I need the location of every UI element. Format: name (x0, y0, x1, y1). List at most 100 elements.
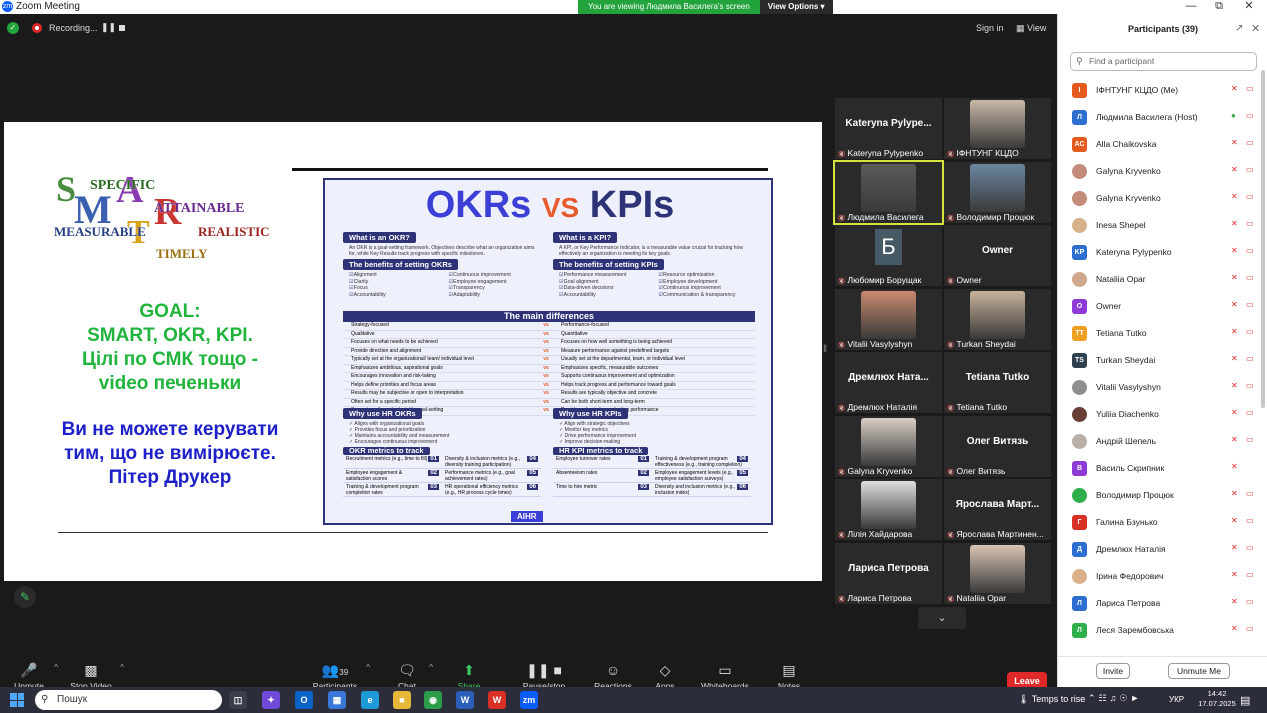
participant-row[interactable]: Л Людмила Василега (Host) ● ▭ (1058, 104, 1262, 131)
security-shield-icon[interactable]: ✓ (7, 22, 19, 34)
restore-icon[interactable]: ⧉ (1208, 0, 1230, 14)
file-explorer-icon[interactable]: ■ (393, 691, 411, 709)
muted-mic-icon[interactable]: ✕ (1231, 597, 1238, 606)
video-tile[interactable]: Ярослава Март... Ярослава Мартинен... (944, 479, 1051, 540)
muted-mic-icon[interactable]: ✕ (1231, 300, 1238, 309)
chrome-icon[interactable]: ◉ (424, 691, 442, 709)
windows-start-icon[interactable] (10, 693, 24, 707)
video-off-icon[interactable]: ▭ (1246, 543, 1254, 552)
video-off-icon[interactable]: ▭ (1246, 219, 1254, 228)
popout-icon[interactable]: ↗ (1235, 23, 1243, 34)
muted-mic-icon[interactable]: ✕ (1231, 381, 1238, 390)
video-tile[interactable]: Дремлюх Ната... Дремлюх Наталія (835, 352, 942, 413)
video-off-icon[interactable]: ▭ (1246, 192, 1254, 201)
video-off-icon[interactable]: ▭ (1246, 624, 1254, 633)
participant-row[interactable]: Inesa Shepel ✕ ▭ (1058, 212, 1262, 239)
video-off-icon[interactable]: ▭ (1246, 300, 1254, 309)
video-off-icon[interactable]: ▭ (1246, 408, 1254, 417)
video-tile[interactable]: Vitalii Vasylyshyn (835, 288, 942, 350)
store-icon[interactable]: ▦ (328, 691, 346, 709)
participant-row[interactable]: AC Alla Chaikovska ✕ ▭ (1058, 131, 1262, 158)
muted-mic-icon[interactable]: ✕ (1231, 219, 1238, 228)
participant-row[interactable]: Андрій Шепель ✕ ▭ (1058, 428, 1262, 455)
close-window-icon[interactable]: ✕ (1238, 0, 1260, 14)
video-tile[interactable]: ІФНТУНГ КЦДО (944, 98, 1051, 159)
muted-mic-icon[interactable]: ✕ (1231, 570, 1238, 579)
pause-recording-icon[interactable]: ❚❚ (101, 22, 116, 33)
muted-mic-icon[interactable]: ✕ (1231, 408, 1238, 417)
video-tile[interactable]: Людмила Василега (833, 159, 944, 225)
notification-icon[interactable]: ▤ (1240, 694, 1250, 707)
system-tray-icons[interactable]: ⌃☷♫☉► (1088, 693, 1142, 704)
video-off-icon[interactable]: ▭ (1246, 489, 1254, 498)
video-tile[interactable]: Nataliia Opar (944, 542, 1051, 604)
panel-divider-handle[interactable]: ‖ (823, 344, 827, 358)
gallery-scroll-down-icon[interactable]: ⌄ (918, 607, 966, 629)
participant-row[interactable]: KP Kateryna Pylypenko ✕ ▭ (1058, 239, 1262, 266)
muted-mic-icon[interactable]: ✕ (1231, 165, 1238, 174)
muted-mic-icon[interactable]: ✕ (1231, 354, 1238, 363)
participant-row[interactable]: Ірина Федорович ✕ ▭ (1058, 563, 1262, 590)
video-off-icon[interactable]: ▭ (1246, 273, 1254, 282)
participant-row[interactable]: I ІФНТУНГ КЦДО (Me) ✕ ▭ (1058, 77, 1262, 104)
video-tile[interactable]: Б Любомир Борущак (835, 225, 942, 286)
copilot-icon[interactable]: ✦ (262, 691, 280, 709)
annotate-pencil-icon[interactable]: ✎ (14, 586, 36, 608)
word-icon[interactable]: W (456, 691, 474, 709)
participant-row[interactable]: Galyna Kryvenko ✕ ▭ (1058, 185, 1262, 212)
participant-row[interactable]: Г Галина Бзунько ✕ ▭ (1058, 509, 1262, 536)
video-off-icon[interactable]: ▭ (1246, 246, 1254, 255)
unmute-me-button[interactable]: Unmute Me (1168, 663, 1230, 679)
muted-mic-icon[interactable]: ✕ (1231, 543, 1238, 552)
muted-mic-icon[interactable]: ✕ (1231, 489, 1238, 498)
clock[interactable]: 14:42 17.07.2025 (1198, 689, 1236, 709)
invite-button[interactable]: Invite (1096, 663, 1130, 679)
stop-recording-icon[interactable] (119, 25, 125, 31)
task-view-icon[interactable]: ◫ (229, 691, 247, 709)
zoom-taskbar-icon[interactable]: zm (520, 691, 538, 709)
muted-mic-icon[interactable]: ✕ (1231, 246, 1238, 255)
view-options-button[interactable]: View Options ▾ (759, 0, 833, 14)
muted-mic-icon[interactable]: ✕ (1231, 516, 1238, 525)
participant-row[interactable]: Nataliia Opar ✕ ▭ (1058, 266, 1262, 293)
participant-row[interactable]: TS Turkan Sheydai ✕ ▭ (1058, 347, 1262, 374)
video-off-icon[interactable]: ▭ (1246, 165, 1254, 174)
video-off-icon[interactable]: ▭ (1246, 381, 1254, 390)
muted-mic-icon[interactable]: ● (1231, 111, 1236, 120)
video-tile[interactable]: Лариса Петрова Лариса Петрова (835, 542, 942, 604)
input-language[interactable]: УКР (1169, 695, 1184, 704)
minimize-icon[interactable]: — (1180, 0, 1202, 14)
video-off-icon[interactable]: ▭ (1246, 84, 1254, 93)
participant-row[interactable]: В Василь Скрипник ✕ (1058, 455, 1262, 482)
video-off-icon[interactable]: ▭ (1246, 111, 1254, 120)
video-tile[interactable]: Owner Owner (944, 225, 1051, 286)
video-tile[interactable]: Turkan Sheydai (944, 288, 1051, 350)
participant-row[interactable]: TT Tetiana Tutko ✕ ▭ (1058, 320, 1262, 347)
video-off-icon[interactable]: ▭ (1246, 516, 1254, 525)
video-off-icon[interactable]: ▭ (1246, 138, 1254, 147)
video-tile[interactable]: Володимир Процюк (944, 161, 1051, 223)
muted-mic-icon[interactable]: ✕ (1231, 327, 1238, 336)
close-panel-icon[interactable]: ✕ (1251, 22, 1260, 35)
wps-icon[interactable]: W (488, 691, 506, 709)
video-off-icon[interactable]: ▭ (1246, 327, 1254, 336)
view-button[interactable]: ▦ View (1016, 23, 1046, 34)
muted-mic-icon[interactable]: ✕ (1231, 273, 1238, 282)
participant-row[interactable]: Galyna Kryvenko ✕ ▭ (1058, 158, 1262, 185)
video-off-icon[interactable]: ▭ (1246, 597, 1254, 606)
muted-mic-icon[interactable]: ✕ (1231, 462, 1238, 471)
participant-list-scrollbar[interactable] (1261, 70, 1265, 408)
video-off-icon[interactable]: ▭ (1246, 435, 1254, 444)
participant-row[interactable]: O Owner ✕ ▭ (1058, 293, 1262, 320)
video-tile[interactable]: Лілія Хайдарова (835, 479, 942, 540)
sign-in-link[interactable]: Sign in (976, 23, 1004, 33)
participant-row[interactable]: Vitalii Vasylyshyn ✕ ▭ (1058, 374, 1262, 401)
muted-mic-icon[interactable]: ✕ (1231, 192, 1238, 201)
muted-mic-icon[interactable]: ✕ (1231, 138, 1238, 147)
participant-search-input[interactable]: ⚲ Find a participant (1070, 52, 1257, 71)
outlook-icon[interactable]: O (295, 691, 313, 709)
weather-widget[interactable]: 🌡 Temps to rise (1018, 694, 1085, 705)
participant-row[interactable]: Л Леся Зарембовська ✕ ▭ (1058, 617, 1262, 644)
participant-row[interactable]: Л Лариса Петрова ✕ ▭ (1058, 590, 1262, 617)
video-off-icon[interactable]: ▭ (1246, 354, 1254, 363)
